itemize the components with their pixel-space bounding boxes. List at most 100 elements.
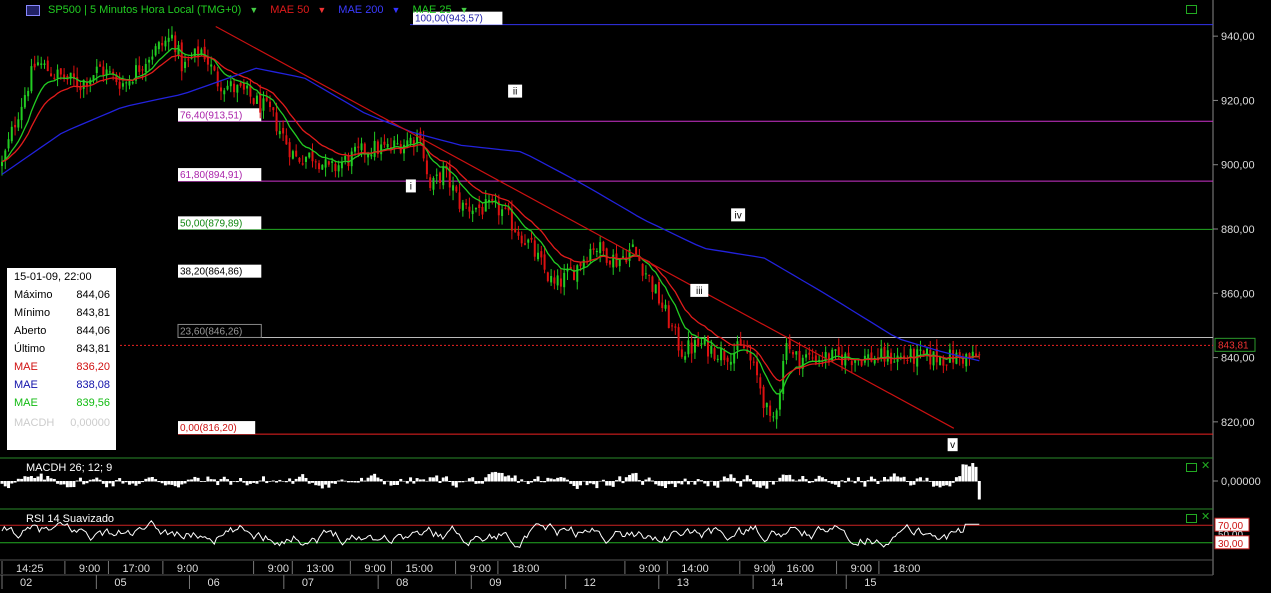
candle-body <box>948 349 951 363</box>
time-tick-label: 9:00 <box>268 563 289 575</box>
time-tick-label: 14:00 <box>681 563 709 575</box>
mae200-dropdown-icon[interactable]: ▼ <box>392 5 401 15</box>
candle-body <box>651 276 654 292</box>
candle-body <box>919 349 922 351</box>
data-window-label: MAE <box>14 379 38 391</box>
candle-body <box>550 276 553 283</box>
symbol-label[interactable]: SP500 | 5 Minutos Hora Local (TMG+0) <box>48 4 241 16</box>
candle-body <box>125 82 128 84</box>
fib-level-label: 76,40(913,51) <box>180 110 242 121</box>
candle-body <box>380 144 383 155</box>
candle-body <box>259 92 262 113</box>
candle-body <box>282 127 285 134</box>
candle-body <box>354 146 357 152</box>
data-window: 15-01-09, 22:00 MACDH 0,00000 Máximo 844,… <box>7 268 116 450</box>
indicator-mae50-label[interactable]: MAE 50 <box>270 4 309 16</box>
candle-body <box>769 405 772 416</box>
time-tick-label: 13:00 <box>306 563 334 575</box>
candle-body <box>514 228 517 233</box>
data-window-label: Máximo <box>14 289 53 301</box>
candle-body <box>664 304 667 309</box>
mae50-dropdown-icon[interactable]: ▼ <box>317 5 326 15</box>
trendline-layer[interactable] <box>215 25 955 429</box>
mae50-line <box>1 54 980 382</box>
price-chart[interactable]: 100,00(943,57)76,40(913,51)61,80(894,91)… <box>0 0 1271 590</box>
candle-body <box>357 146 360 148</box>
candle-body <box>612 254 615 268</box>
macd-maximize-icon[interactable] <box>1186 463 1197 472</box>
candle-body <box>504 207 507 209</box>
trendline[interactable] <box>215 25 955 429</box>
indicator-mae200-label[interactable]: MAE 200 <box>338 4 383 16</box>
candle-body <box>720 347 723 361</box>
time-axis: 14:25 9:00 17:00 9:00 9:00 13:00 9:00 15:00 9:00… <box>0 561 1213 589</box>
candle-body <box>468 206 471 212</box>
date-tick-label: 05 <box>114 577 126 589</box>
candle-body <box>501 209 504 216</box>
candle-body <box>396 143 399 145</box>
candle-body <box>553 277 556 284</box>
data-window-date: 15-01-09, 22:00 <box>14 271 92 283</box>
data-window-value: 844,06 <box>76 289 110 301</box>
data-window-value: 838,08 <box>76 379 110 391</box>
indicator-mae25-label[interactable]: MAE 25 <box>412 4 451 16</box>
candle-body <box>59 68 62 75</box>
candle-body <box>161 42 164 46</box>
candle-body <box>36 62 39 66</box>
candle-body <box>697 338 700 347</box>
candle-body <box>288 142 291 158</box>
candle-body <box>752 361 755 363</box>
candle-body <box>693 340 696 353</box>
macd-close-icon[interactable]: ✕ <box>1201 461 1210 472</box>
candle-body <box>95 66 98 74</box>
candle-body <box>929 349 932 365</box>
wave-label: iii <box>696 286 703 297</box>
candle-body <box>262 98 265 111</box>
date-tick-label: 13 <box>677 577 689 589</box>
last-price-label: 843,81 <box>1218 340 1249 351</box>
chart-area[interactable]: 100,00(943,57) 76,40(913,51) 61,80(894,91)… <box>0 0 1271 590</box>
candle-body <box>138 65 141 72</box>
price-tick-label: 880,00 <box>1221 224 1255 236</box>
candle-body <box>883 346 886 362</box>
candle-body <box>7 139 10 149</box>
candle-body <box>164 40 167 47</box>
candle-body <box>559 278 562 287</box>
rsi-tick-label: 30,00 <box>1218 539 1243 550</box>
date-tick-label: 08 <box>396 577 408 589</box>
candle-body <box>40 63 43 65</box>
candle-body <box>360 143 363 151</box>
candle-body <box>435 174 438 176</box>
candle-body <box>461 202 464 211</box>
candle-body <box>409 137 412 144</box>
rsi-close-icon[interactable]: ✕ <box>1201 512 1210 523</box>
data-window-faded-row: MACDH 0,00000 <box>14 417 110 431</box>
candle-body <box>56 69 59 79</box>
candle-body <box>141 69 144 71</box>
candle-body <box>906 359 909 361</box>
candle-body <box>968 353 971 357</box>
candle-body <box>324 159 327 168</box>
candle-body <box>644 273 647 275</box>
candle-body <box>14 124 17 128</box>
mae25-dropdown-icon[interactable]: ▼ <box>460 5 469 15</box>
candle-body <box>932 351 935 366</box>
candle-body <box>942 359 945 366</box>
candle-body <box>478 204 481 209</box>
candle-body <box>939 356 942 365</box>
candle-body <box>43 63 46 66</box>
time-tick-label: 9:00 <box>851 563 872 575</box>
fib-level-label: 23,60(846,26) <box>180 326 242 337</box>
data-window-value: 843,81 <box>76 343 110 355</box>
price-tick-label: 860,00 <box>1221 288 1255 300</box>
rsi-maximize-icon[interactable] <box>1186 514 1197 523</box>
maximize-icon[interactable] <box>1186 5 1197 14</box>
candle-body <box>713 348 716 360</box>
candle-body <box>772 416 775 418</box>
symbol-dropdown-icon[interactable]: ▼ <box>249 5 258 15</box>
candle-body <box>157 42 160 50</box>
date-tick-label: 12 <box>584 577 596 589</box>
candle-body <box>690 342 693 354</box>
candle-body <box>321 164 324 170</box>
mae25-line <box>1 47 980 395</box>
